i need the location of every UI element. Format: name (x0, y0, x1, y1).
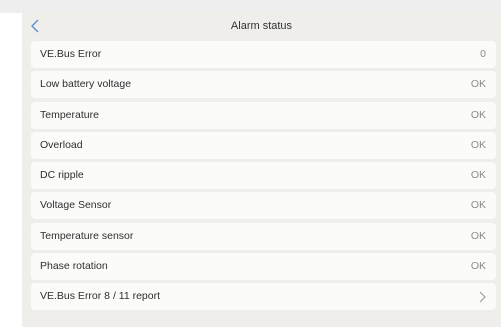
alarm-row-overload[interactable]: Overload OK (31, 131, 496, 159)
alarm-label: Phase rotation (40, 260, 108, 273)
page-title: Alarm status (230, 20, 293, 32)
screen: Alarm status VE.Bus Error 0 Low battery … (0, 0, 501, 327)
alarm-row-ve-bus-error[interactable]: VE.Bus Error 0 (31, 41, 496, 68)
alarm-row-voltage-sensor[interactable]: Voltage Sensor OK (31, 192, 496, 220)
alarm-label: Low battery voltage (40, 78, 132, 91)
alarm-row-phase-rotation[interactable]: Phase rotation OK (31, 253, 496, 281)
alarm-row-dc-ripple[interactable]: DC ripple OK (31, 162, 496, 190)
alarm-value: OK (470, 78, 486, 91)
alarm-value: OK (470, 199, 486, 212)
alarm-value: OK (470, 108, 486, 121)
alarm-label: VE.Bus Error (40, 48, 102, 60)
ve-bus-error-report-link[interactable]: VE.Bus Error 8 / 11 report (31, 283, 496, 311)
alarm-value: OK (470, 260, 486, 273)
alarm-value: OK (470, 229, 486, 242)
alarm-label: Overload (40, 138, 83, 151)
report-link-label: VE.Bus Error 8 / 11 report (40, 290, 161, 303)
header: Alarm status (22, 13, 501, 40)
alarm-value: OK (470, 138, 486, 151)
alarm-row-low-battery-voltage[interactable]: Low battery voltage OK (31, 71, 496, 99)
alarm-row-temperature-sensor[interactable]: Temperature sensor OK (31, 222, 496, 250)
alarm-list: VE.Bus Error 0 Low battery voltage OK Te… (31, 41, 496, 314)
top-strip (0, 0, 501, 13)
alarm-value: 0 (480, 48, 486, 60)
alarm-row-temperature[interactable]: Temperature OK (31, 101, 496, 129)
chevron-right-icon (479, 291, 486, 303)
alarm-value: OK (470, 169, 486, 182)
alarm-label: DC ripple (40, 169, 84, 182)
alarm-label: Temperature (40, 108, 99, 121)
alarm-status-panel: Alarm status VE.Bus Error 0 Low battery … (22, 13, 501, 327)
alarm-label: Temperature sensor (40, 229, 134, 242)
alarm-label: Voltage Sensor (40, 199, 112, 212)
